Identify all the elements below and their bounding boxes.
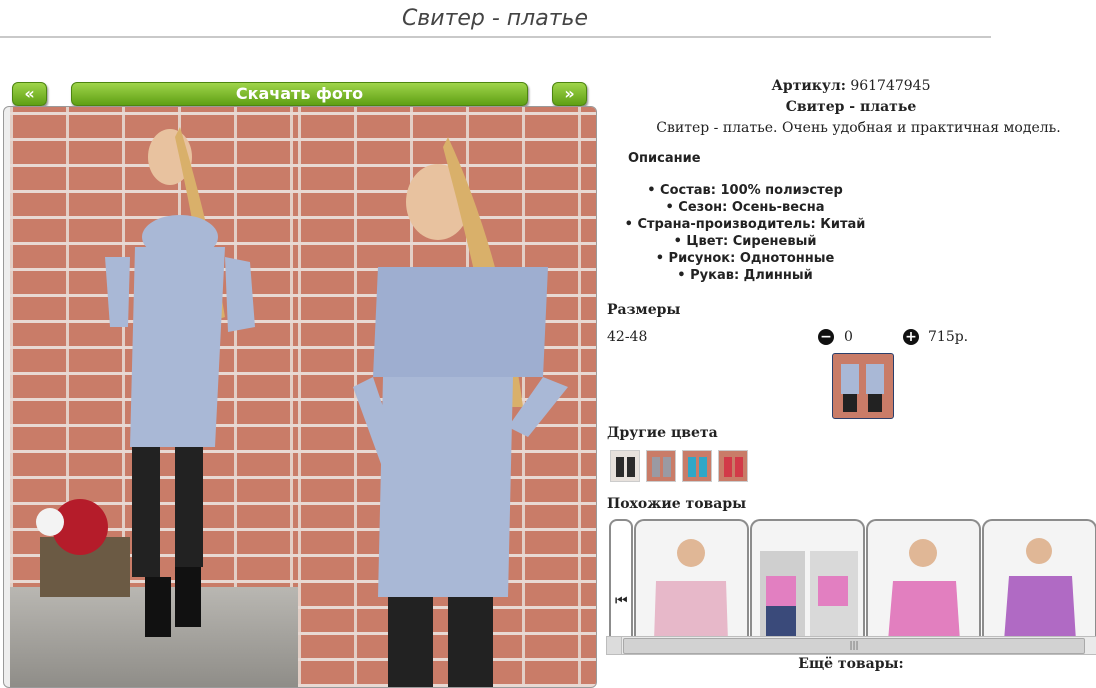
size-value: 42-48 [607, 329, 648, 345]
feature-item: • Состав: 100% полиэстер [647, 183, 843, 198]
color-thumb-image [652, 457, 671, 477]
feature-item: • Страна-производитель: Китай [624, 217, 866, 232]
features-list: • Состав: 100% полиэстер • Сезон: Осень-… [610, 182, 880, 284]
photo-right-panel [298, 107, 596, 687]
product-name: Свитер - платье [785, 99, 917, 115]
similar-item-image [1004, 538, 1076, 641]
color-thumb-red[interactable] [718, 450, 748, 482]
product-short-text: Свитер - платье. Очень удобная и практич… [656, 120, 1061, 136]
feature-item: • Рукав: Длинный [677, 268, 813, 283]
scroll-thumb[interactable]: ||| [623, 638, 1085, 654]
scroll-left-arrow[interactable] [607, 637, 622, 654]
similar-item-card[interactable] [750, 519, 865, 641]
more-items-label: Ещё товары: [798, 656, 904, 672]
color-thumb-grey[interactable] [646, 450, 676, 482]
download-photo-button[interactable]: Скачать фото [71, 82, 528, 106]
article-line: Артикул: 961747945 [606, 78, 1096, 94]
color-thumb-image [688, 457, 707, 477]
sizes-heading: Размеры [607, 302, 681, 318]
similar-scrollbar[interactable]: ||| [606, 636, 1096, 655]
skip-back-icon: ⏮ [615, 593, 628, 609]
prev-photo-button[interactable]: « [12, 82, 47, 106]
description-heading: Описание [628, 151, 701, 166]
similar-item-image [888, 539, 960, 641]
color-thumb-black[interactable] [610, 450, 640, 482]
similar-item-image [654, 539, 728, 641]
color-thumb-image [724, 457, 743, 477]
similar-item-card[interactable] [866, 519, 981, 641]
title-divider [0, 36, 991, 38]
color-thumb-image [616, 457, 635, 477]
page-title: Свитер - платье [401, 6, 589, 31]
product-photo [3, 106, 597, 688]
model-figure-left [36, 127, 255, 637]
feature-item: • Рисунок: Однотонные [655, 251, 835, 266]
model-figure-right [353, 137, 568, 687]
size-thumbnail-image [841, 364, 884, 412]
article-label: Артикул: [771, 78, 846, 94]
color-thumb-blue[interactable] [682, 450, 712, 482]
feature-item: • Сезон: Осень-весна [665, 200, 825, 215]
similar-item-card[interactable] [634, 519, 749, 641]
next-photo-button[interactable]: » [552, 82, 587, 106]
feature-item: • Цвет: Сиреневый [673, 234, 817, 249]
photo-left-panel [10, 107, 298, 687]
similar-item-image [760, 551, 858, 641]
similar-heading: Похожие товары [607, 496, 747, 512]
plus-circle-icon[interactable]: + [903, 329, 919, 345]
similar-prev-button[interactable]: ⏮ [609, 519, 633, 641]
size-thumbnail[interactable] [832, 353, 894, 419]
quantity-value[interactable]: 0 [844, 329, 853, 345]
minus-circle-icon[interactable]: − [818, 329, 834, 345]
price-value: 715р. [928, 329, 969, 345]
other-colors-heading: Другие цвета [607, 425, 718, 441]
article-value: 961747945 [850, 78, 931, 94]
similar-item-card[interactable] [982, 519, 1096, 641]
